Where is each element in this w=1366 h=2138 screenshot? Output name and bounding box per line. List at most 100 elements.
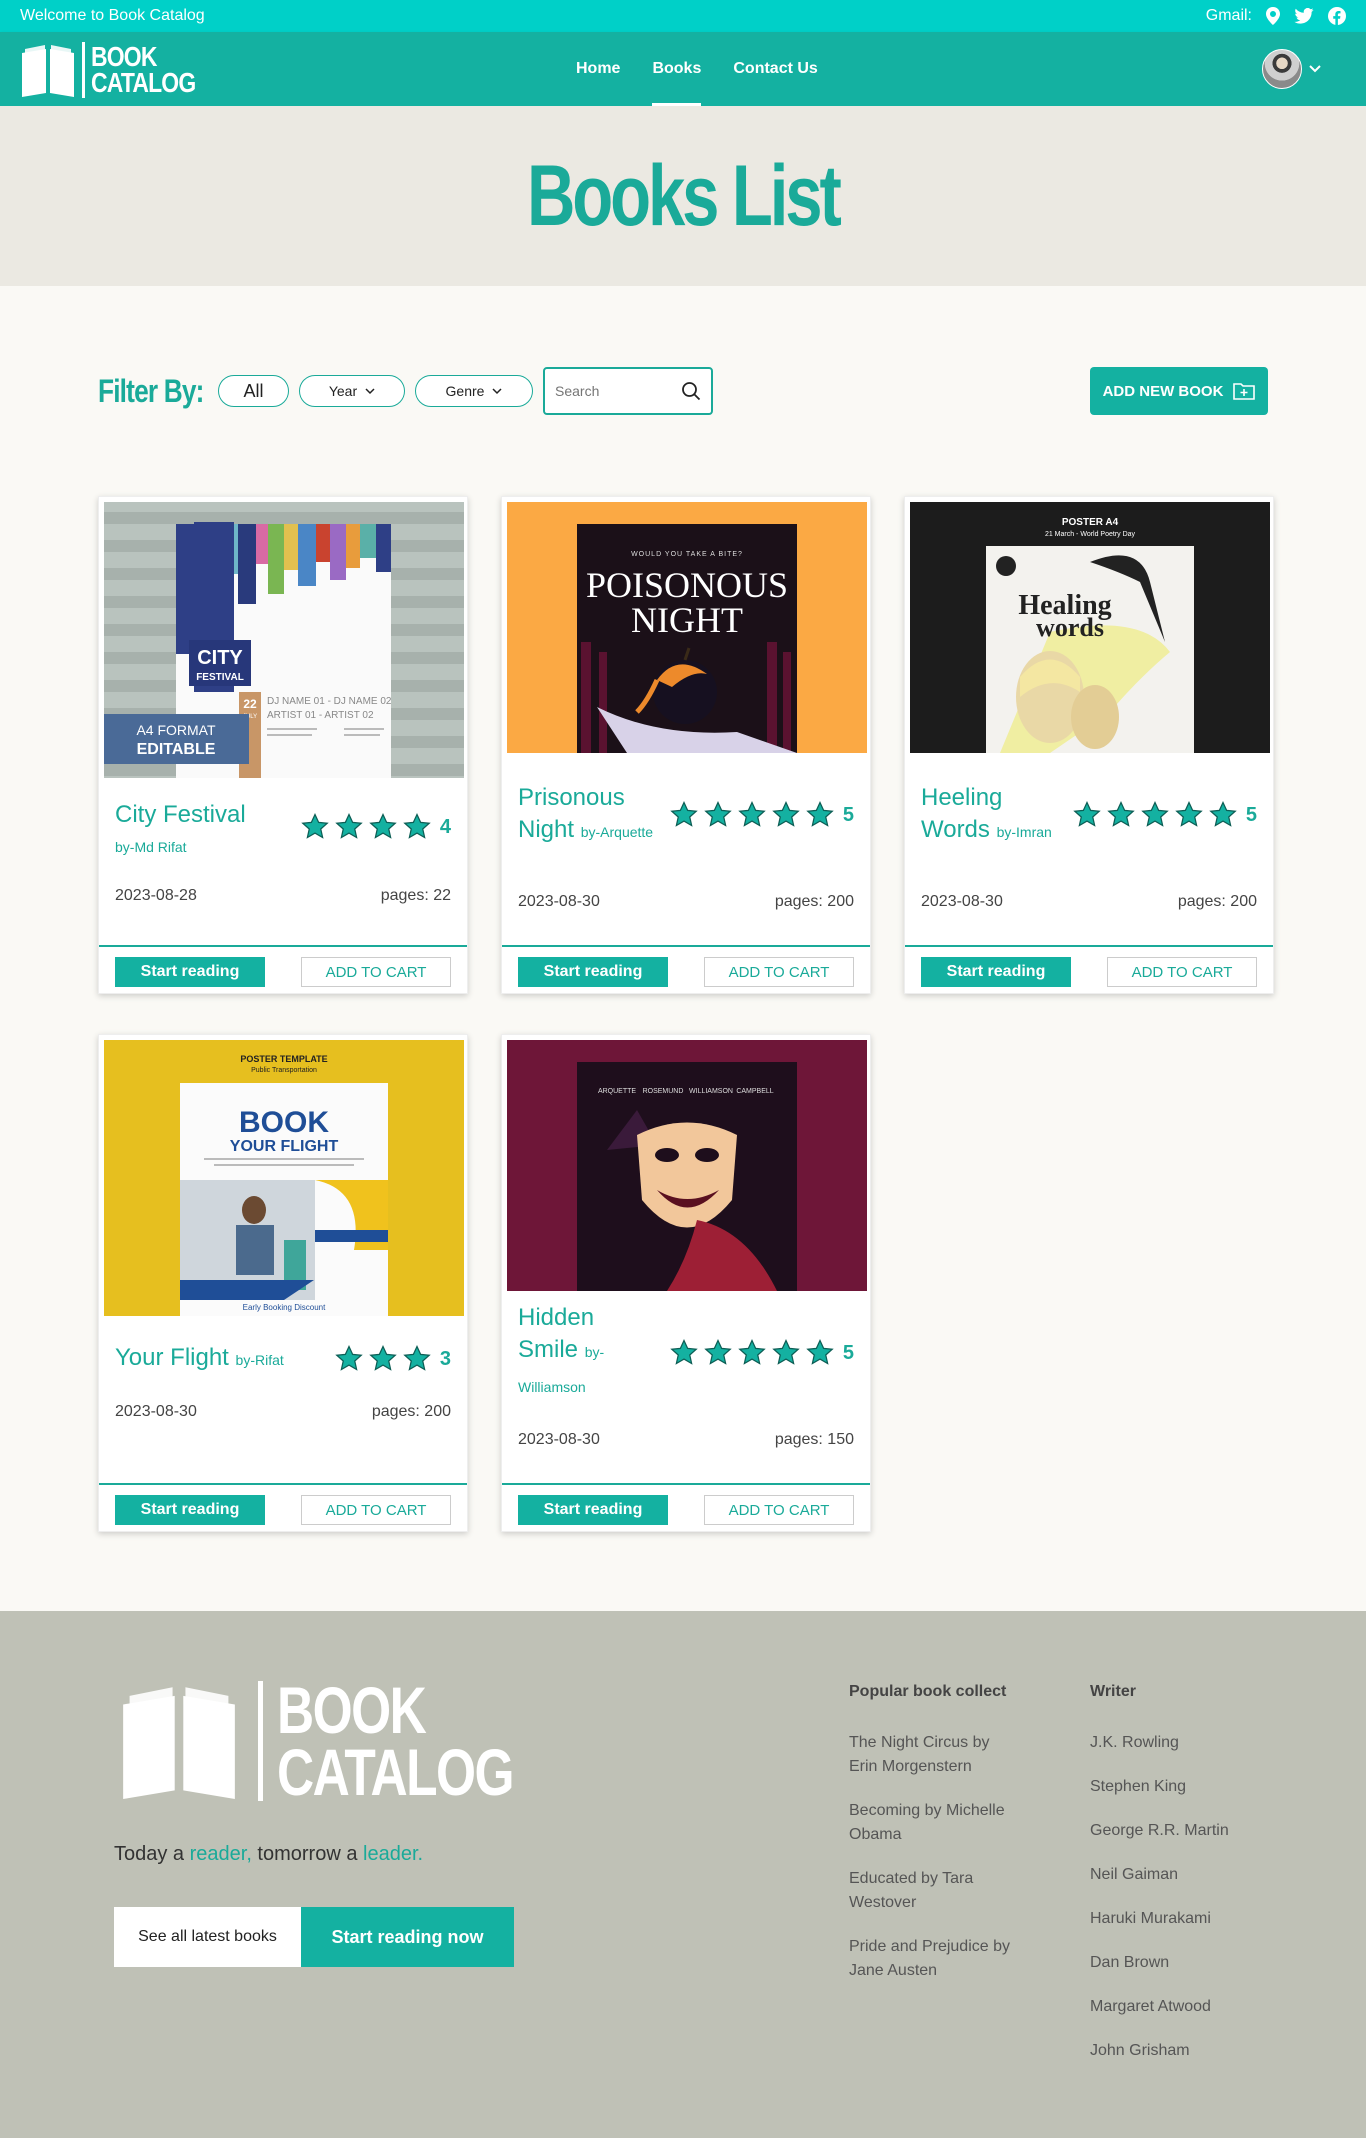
- star-icon: [772, 801, 800, 827]
- cover-text: YOUR FLIGHT: [230, 1138, 339, 1155]
- nav-home[interactable]: Home: [560, 32, 636, 106]
- nav-contact[interactable]: Contact Us: [717, 32, 833, 106]
- footer-link[interactable]: Margaret Atwood: [1090, 1995, 1270, 2019]
- search-box[interactable]: [543, 367, 713, 415]
- footer-link[interactable]: Pride and Prejudice by Jane Austen: [849, 1935, 1019, 1983]
- add-to-cart-button[interactable]: ADD TO CART: [301, 1495, 451, 1525]
- book-meta: 2023-08-30 pages: 200: [115, 1403, 451, 1421]
- start-reading-button[interactable]: Start reading: [518, 1495, 668, 1525]
- filter-all-button[interactable]: All: [218, 375, 289, 407]
- add-to-cart-button[interactable]: ADD TO CART: [704, 957, 854, 987]
- add-to-cart-button[interactable]: ADD TO CART: [301, 957, 451, 987]
- cover-text: ROSEMUND: [643, 1088, 684, 1095]
- chevron-down-icon[interactable]: [1308, 64, 1322, 74]
- book-title[interactable]: Hidden Smile by-Williamson: [518, 1302, 658, 1404]
- cover-text: DJ NAME 01 - DJ NAME 02: [267, 696, 392, 707]
- book-title[interactable]: Your Flight by-Rifat: [115, 1342, 284, 1376]
- start-reading-button[interactable]: Start reading: [115, 1495, 265, 1525]
- star-icon: [403, 813, 431, 839]
- facebook-icon[interactable]: [1328, 7, 1346, 25]
- cover-text: WILLIAMSON: [689, 1088, 733, 1095]
- star-icon: [704, 801, 732, 827]
- book-cover[interactable]: CITY FESTIVAL 22 JULY DJ NAME 01 - DJ NA…: [104, 502, 464, 778]
- start-reading-button[interactable]: Start reading: [921, 957, 1071, 987]
- search-input[interactable]: [555, 383, 665, 399]
- book-title[interactable]: Heeling Words by-Imran: [921, 782, 1061, 849]
- star-icon: [369, 1345, 397, 1371]
- add-to-cart-button[interactable]: ADD TO CART: [704, 1495, 854, 1525]
- cover-text: FESTIVAL: [196, 672, 244, 683]
- footer-link[interactable]: Becoming by Michelle Obama: [849, 1799, 1019, 1847]
- rating-stars: 5: [1072, 800, 1257, 830]
- add-new-book-button[interactable]: ADD NEW BOOK: [1090, 367, 1268, 415]
- avatar[interactable]: [1262, 49, 1302, 89]
- star-icon: [670, 801, 698, 827]
- footer-link[interactable]: J.K. Rowling: [1090, 1731, 1270, 1755]
- footer-link[interactable]: George R.R. Martin: [1090, 1819, 1270, 1843]
- add-to-cart-button[interactable]: ADD TO CART: [1107, 957, 1257, 987]
- star-icon: [335, 813, 363, 839]
- cover-text: CITY: [197, 647, 243, 669]
- main-navbar: BOOK CATALOG Home Books Contact Us: [0, 32, 1366, 106]
- book-cover[interactable]: POSTER A4 21 March - World Poetry Day He…: [910, 502, 1270, 753]
- star-icon: [738, 801, 766, 827]
- cover-text: A4 FORMAT: [136, 722, 216, 738]
- footer-logo[interactable]: BOOK CATALOG: [114, 1677, 580, 1805]
- star-icon: [1141, 801, 1169, 827]
- card-actions: Start reading ADD TO CART: [99, 945, 467, 993]
- card-actions: Start reading ADD TO CART: [502, 945, 870, 993]
- start-reading-now-button[interactable]: Start reading now: [301, 1907, 514, 1967]
- search-icon[interactable]: [681, 381, 701, 401]
- cover-text: POSTER TEMPLATE: [240, 1054, 327, 1064]
- user-menu[interactable]: [1262, 49, 1322, 89]
- book-author: by-Imran: [996, 823, 1052, 840]
- title-block: City Festival by-Md Rifat: [115, 799, 246, 855]
- cover-text: ARQUETTE: [598, 1088, 636, 1095]
- footer-link[interactable]: The Night Circus by Erin Morgenstern: [849, 1731, 1019, 1779]
- twitter-icon[interactable]: [1294, 8, 1314, 24]
- site-logo[interactable]: BOOK CATALOG: [20, 42, 218, 98]
- footer-link[interactable]: Stephen King: [1090, 1775, 1270, 1799]
- filter-all-label: All: [243, 380, 264, 401]
- footer-link[interactable]: Haruki Murakami: [1090, 1907, 1270, 1931]
- footer-link[interactable]: Dan Brown: [1090, 1951, 1270, 1975]
- title-block: Hidden Smile by-Williamson: [518, 1302, 658, 1404]
- start-reading-button[interactable]: Start reading: [115, 957, 265, 987]
- popular-books-column: Popular book collect The Night Circus by…: [849, 1683, 1019, 2003]
- book-meta: 2023-08-28 pages: 22: [115, 887, 451, 905]
- cover-text: words: [1036, 613, 1104, 642]
- filter-genre-dropdown[interactable]: Genre: [415, 375, 533, 407]
- card-actions: Start reading ADD TO CART: [905, 945, 1273, 993]
- cover-text: 21 March - World Poetry Day: [1045, 531, 1136, 538]
- star-icon: [369, 813, 397, 839]
- book-cover[interactable]: POSTER TEMPLATE Public Transportation BO…: [104, 1040, 464, 1316]
- nav-books[interactable]: Books: [636, 32, 717, 106]
- book-cover[interactable]: WOULD YOU TAKE A BITE? POISONOUS NIGHT: [507, 502, 867, 753]
- book-title[interactable]: Prisonous Night by-Arquette: [518, 782, 658, 849]
- filter-year-dropdown[interactable]: Year: [299, 375, 405, 407]
- cover-text: CAMPBELL: [736, 1088, 773, 1095]
- title-block: Prisonous Night by-Arquette: [518, 782, 658, 849]
- star-icon: [704, 1339, 732, 1365]
- star-icon: [806, 801, 834, 827]
- chevron-down-icon: [365, 387, 375, 394]
- book-date: 2023-08-30: [518, 893, 600, 910]
- star-icon: [335, 1345, 363, 1371]
- filter-label: Filter By:: [98, 372, 204, 409]
- book-meta: 2023-08-30 pages: 200: [518, 893, 854, 911]
- star-icon: [1107, 801, 1135, 827]
- book-title[interactable]: City Festival: [115, 799, 246, 831]
- book-pages: pages: 200: [774, 893, 854, 910]
- footer-link[interactable]: Neil Gaiman: [1090, 1863, 1270, 1887]
- open-book-icon: [22, 45, 74, 97]
- tagline-highlight: reader,: [189, 1843, 252, 1865]
- logo-divider: [258, 1681, 263, 1801]
- filter-genre-label: Genre: [445, 383, 485, 399]
- see-latest-books-button[interactable]: See all latest books: [114, 1907, 301, 1967]
- start-reading-button[interactable]: Start reading: [518, 957, 668, 987]
- location-icon[interactable]: [1266, 7, 1280, 25]
- footer-link[interactable]: John Grisham: [1090, 2039, 1270, 2063]
- star-icon: [806, 1339, 834, 1365]
- footer-link[interactable]: Educated by Tara Westover: [849, 1867, 1019, 1915]
- book-cover[interactable]: ARQUETTE ROSEMUND WILLIAMSON CAMPBELL: [507, 1040, 867, 1291]
